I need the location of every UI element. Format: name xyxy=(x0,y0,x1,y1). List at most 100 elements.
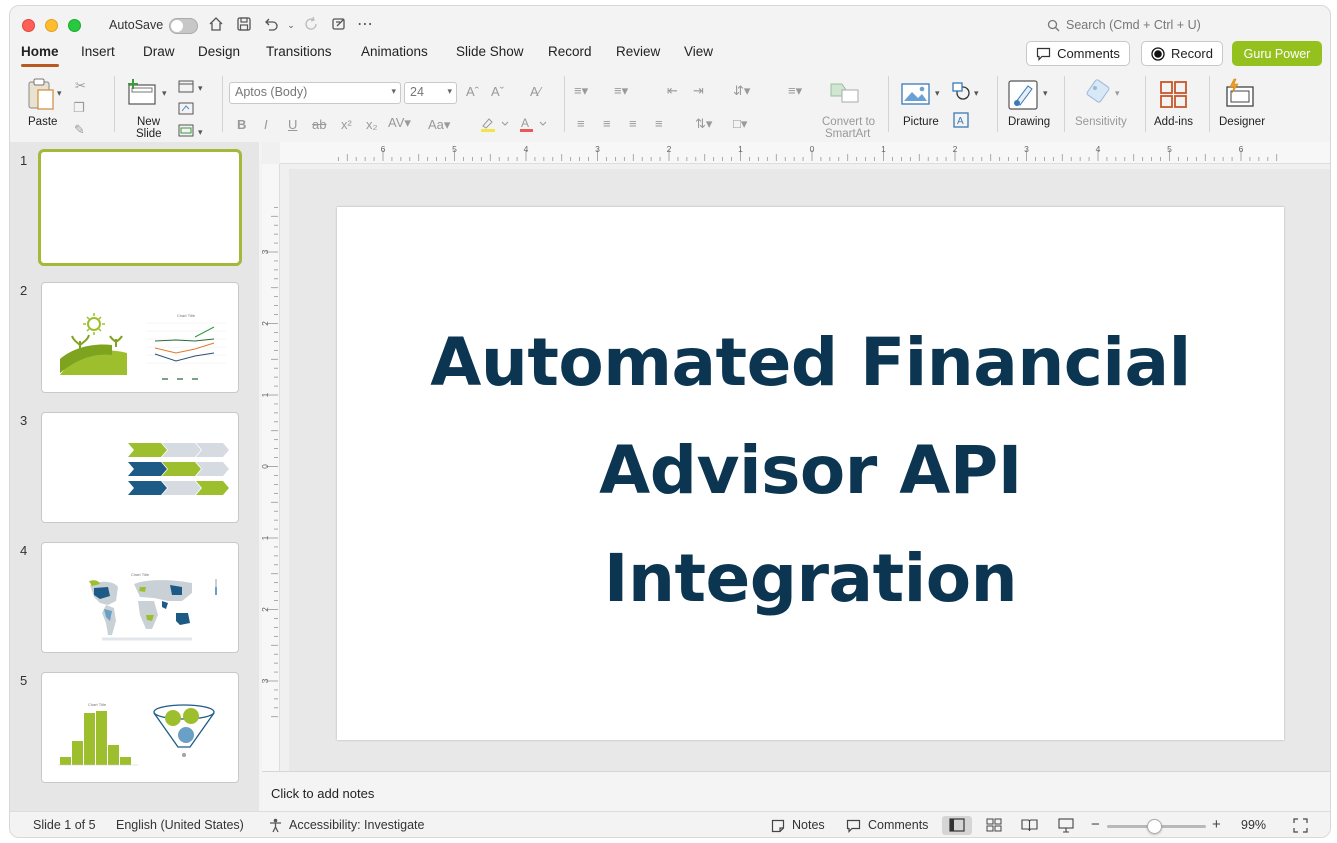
accessibility-status[interactable]: Accessibility: Investigate xyxy=(289,818,424,832)
bullets-icon[interactable]: ≡▾ xyxy=(574,84,588,98)
comments-status-icon[interactable] xyxy=(846,819,861,836)
tab-design[interactable]: Design xyxy=(198,44,240,70)
justify-icon[interactable]: ≡ xyxy=(655,117,663,131)
designer-label[interactable]: Designer xyxy=(1219,116,1265,128)
language-indicator[interactable]: English (United States) xyxy=(116,818,244,832)
comments-toggle[interactable]: Comments xyxy=(868,818,928,832)
save-icon[interactable] xyxy=(235,16,253,34)
redo-icon[interactable] xyxy=(303,16,321,34)
paste-icon[interactable] xyxy=(26,77,56,114)
zoom-in-button[interactable]: + xyxy=(1212,816,1221,833)
drawing-icon[interactable] xyxy=(1008,80,1040,113)
shapes-chevron-icon[interactable]: ▾ xyxy=(974,86,979,100)
font-name-select[interactable]: Aptos (Body) ▾ xyxy=(229,82,401,104)
tab-transitions[interactable]: Transitions xyxy=(266,44,332,70)
guru-power-button[interactable]: Guru Power xyxy=(1232,41,1322,66)
zoom-slider-thumb[interactable] xyxy=(1147,819,1162,834)
underline-icon[interactable]: U xyxy=(288,118,297,132)
tab-slide-show[interactable]: Slide Show xyxy=(456,44,524,70)
autosave-toggle[interactable] xyxy=(169,18,198,34)
line-spacing-icon[interactable]: ⇵▾ xyxy=(733,84,750,98)
tab-draw[interactable]: Draw xyxy=(143,44,175,70)
tab-view[interactable]: View xyxy=(684,44,713,70)
undo-icon[interactable] xyxy=(262,16,280,34)
numbering-icon[interactable]: ≡▾ xyxy=(614,84,628,98)
comments-button[interactable]: Comments xyxy=(1026,41,1130,66)
zoom-level[interactable]: 99% xyxy=(1241,818,1266,832)
tab-animations[interactable]: Animations xyxy=(361,44,428,70)
subscript-icon[interactable]: x₂ xyxy=(366,118,378,132)
character-spacing-icon[interactable]: AV▾ xyxy=(388,116,411,130)
zoom-slider[interactable] xyxy=(1107,819,1206,834)
decrease-font-size-icon[interactable]: Aˇ xyxy=(491,85,504,99)
tab-review[interactable]: Review xyxy=(616,44,660,70)
sensitivity-chevron-icon[interactable]: ▾ xyxy=(1115,86,1120,100)
font-color-icon[interactable]: A xyxy=(519,116,551,135)
smartart-icon[interactable] xyxy=(830,80,860,107)
increase-indent-icon[interactable]: ⇥ xyxy=(693,84,704,98)
drawing-chevron-icon[interactable]: ▾ xyxy=(1043,86,1048,100)
slide-sorter-icon[interactable] xyxy=(986,818,1002,835)
new-slide-label-line2[interactable]: Slide xyxy=(136,128,162,140)
new-slide-chevron-icon[interactable]: ▾ xyxy=(162,86,167,100)
paste-chevron-icon[interactable]: ▾ xyxy=(57,86,62,100)
convert-smartart-label-line2[interactable]: SmartArt xyxy=(825,128,870,140)
home-icon[interactable] xyxy=(207,16,225,34)
current-slide[interactable]: Automated Financial Advisor API Integrat… xyxy=(337,207,1284,740)
layout-icon[interactable] xyxy=(178,80,194,96)
normal-view-icon[interactable] xyxy=(942,816,972,835)
slideshow-view-icon[interactable] xyxy=(1058,818,1074,836)
paste-label[interactable]: Paste xyxy=(28,116,57,128)
notes-toggle[interactable]: Notes xyxy=(792,818,825,832)
columns-icon[interactable]: ≡▾ xyxy=(788,84,802,98)
copy-icon[interactable]: ❐ xyxy=(73,101,85,115)
shapes-icon[interactable] xyxy=(952,82,972,103)
cut-icon[interactable]: ✂ xyxy=(75,79,86,93)
designer-icon[interactable] xyxy=(1224,78,1256,111)
align-text-icon[interactable]: □▾ xyxy=(733,117,747,131)
clear-formatting-icon[interactable]: A∕ xyxy=(530,85,541,99)
close-window-button[interactable] xyxy=(22,19,35,32)
drawing-label[interactable]: Drawing xyxy=(1008,116,1050,128)
slide-thumbnail-4[interactable]: Chart Title xyxy=(41,542,239,653)
align-right-icon[interactable]: ≡ xyxy=(629,117,637,131)
slide-thumbnail-2[interactable]: Chart Title xyxy=(41,282,239,393)
new-slide-icon[interactable] xyxy=(127,78,157,109)
picture-label[interactable]: Picture xyxy=(903,116,939,128)
align-left-icon[interactable]: ≡ xyxy=(577,117,585,131)
font-size-select[interactable]: 24 ▾ xyxy=(404,82,457,104)
slide-thumbnail-5[interactable]: Chart Title xyxy=(41,672,239,783)
reset-icon[interactable] xyxy=(178,102,194,118)
tab-insert[interactable]: Insert xyxy=(81,44,115,70)
minimize-window-button[interactable] xyxy=(45,19,58,32)
sensitivity-label[interactable]: Sensitivity xyxy=(1075,116,1127,128)
notes-icon[interactable] xyxy=(771,819,785,836)
slide-thumbnail-1[interactable] xyxy=(38,149,242,266)
new-slide-label-line1[interactable]: New xyxy=(137,116,160,128)
tab-record[interactable]: Record xyxy=(548,44,592,70)
text-direction-icon[interactable]: ⇅▾ xyxy=(695,117,712,131)
zoom-window-button[interactable] xyxy=(68,19,81,32)
layout-chevron-icon[interactable]: ▾ xyxy=(198,81,203,95)
present-icon[interactable] xyxy=(330,16,348,34)
search-box[interactable]: Search (Cmd + Ctrl + U) xyxy=(1047,18,1201,32)
more-options-icon[interactable]: ⋯ xyxy=(356,16,374,34)
slide-title[interactable]: Automated Financial Advisor API Integrat… xyxy=(397,309,1224,633)
change-case-icon[interactable]: Aa▾ xyxy=(428,118,450,132)
add-ins-label[interactable]: Add-ins xyxy=(1154,116,1193,128)
picture-chevron-icon[interactable]: ▾ xyxy=(935,86,940,100)
notes-pane[interactable]: Click to add notes xyxy=(262,771,1330,811)
section-icon[interactable] xyxy=(178,124,194,140)
decrease-indent-icon[interactable]: ⇤ xyxy=(667,84,678,98)
picture-icon[interactable] xyxy=(901,82,931,109)
format-painter-icon[interactable]: ✎ xyxy=(74,123,85,137)
align-center-icon[interactable]: ≡ xyxy=(603,117,611,131)
highlight-icon[interactable] xyxy=(480,116,512,135)
strikethrough-icon[interactable]: ab xyxy=(312,118,326,132)
slide-thumbnail-3[interactable] xyxy=(41,412,239,523)
fit-to-window-icon[interactable] xyxy=(1293,818,1308,836)
reading-view-icon[interactable] xyxy=(1021,818,1038,835)
record-button[interactable]: Record xyxy=(1141,41,1223,66)
accessibility-icon[interactable] xyxy=(268,818,283,836)
bold-icon[interactable]: B xyxy=(237,118,246,132)
